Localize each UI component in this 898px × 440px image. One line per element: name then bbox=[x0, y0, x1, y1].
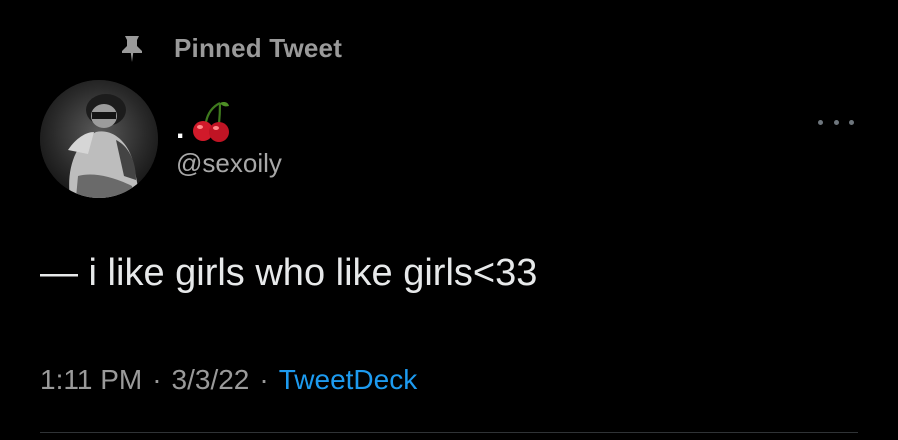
more-icon-dot bbox=[833, 119, 839, 125]
meta-separator: · bbox=[152, 364, 162, 395]
pinned-tweet-row: Pinned Tweet bbox=[116, 30, 342, 66]
display-name[interactable]: . bbox=[176, 114, 184, 144]
tweet-meta: 1:11 PM · 3/3/22 · TweetDeck bbox=[40, 364, 417, 396]
cherries-icon bbox=[190, 100, 230, 144]
avatar[interactable] bbox=[40, 80, 158, 198]
pin-icon bbox=[116, 32, 148, 64]
more-icon bbox=[818, 119, 823, 125]
divider bbox=[40, 432, 858, 433]
tweet-date[interactable]: 3/3/22 bbox=[172, 364, 250, 395]
display-name-row[interactable]: . bbox=[176, 94, 230, 144]
more-icon-dot bbox=[849, 119, 854, 125]
tweet-text: — i like girls who like girls<33 bbox=[40, 252, 538, 294]
more-options-button[interactable] bbox=[818, 112, 854, 132]
user-handle[interactable]: @sexoily bbox=[176, 148, 282, 179]
tweet-source-link[interactable]: TweetDeck bbox=[279, 364, 418, 395]
pinned-tweet-label: Pinned Tweet bbox=[174, 32, 343, 63]
meta-separator: · bbox=[259, 364, 269, 395]
tweet-time[interactable]: 1:11 PM bbox=[40, 364, 142, 395]
